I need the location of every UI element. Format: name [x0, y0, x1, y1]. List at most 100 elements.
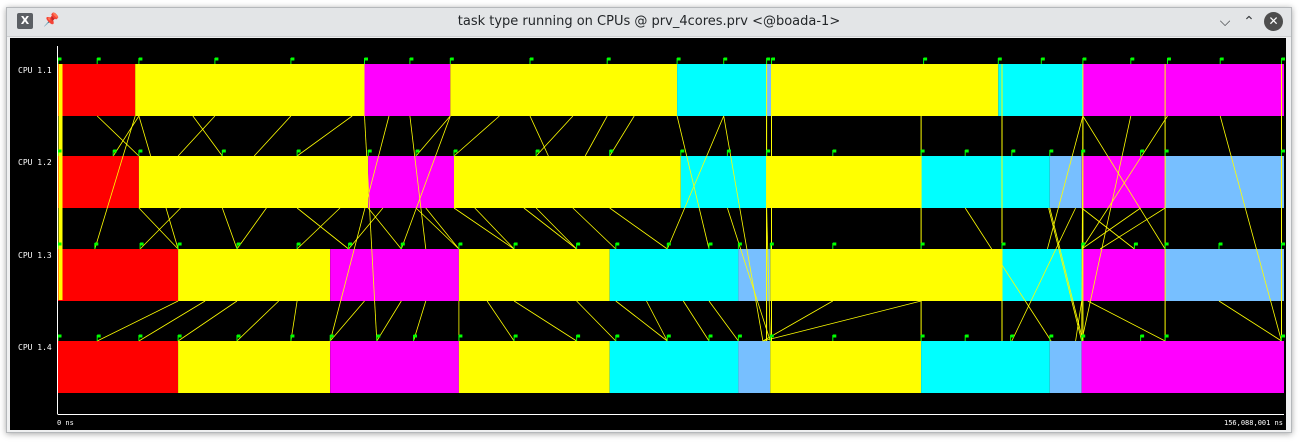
event-flag[interactable]	[680, 149, 685, 156]
state-burst-red[interactable]	[58, 156, 139, 208]
event-flag[interactable]	[832, 242, 837, 249]
communication-line[interactable]	[415, 115, 451, 157]
event-flag[interactable]	[1164, 242, 1169, 249]
event-flag[interactable]	[920, 149, 925, 156]
state-burst-red[interactable]	[58, 341, 179, 393]
communication-line[interactable]	[97, 300, 179, 342]
event-flag[interactable]	[513, 334, 518, 341]
state-burst-yellow[interactable]	[178, 341, 331, 393]
event-flag[interactable]	[57, 334, 62, 341]
state-burst-magenta[interactable]	[1081, 341, 1284, 393]
state-burst-yellow[interactable]	[770, 341, 922, 393]
timeline-plot[interactable]: CPU 1.1 CPU 1.2 CPU 1.3 CPU 1.4 0 ns 156…	[10, 38, 1286, 430]
event-flag[interactable]	[1281, 334, 1285, 341]
state-burst-yellow[interactable]	[766, 156, 922, 208]
event-flag[interactable]	[1164, 334, 1169, 341]
communication-line[interactable]	[474, 207, 515, 250]
communication-line[interactable]	[367, 207, 402, 250]
communication-line[interactable]	[609, 115, 635, 157]
event-flag[interactable]	[364, 57, 368, 64]
state-burst-cyan[interactable]	[677, 64, 767, 116]
event-flag[interactable]	[1130, 57, 1135, 64]
event-flag[interactable]	[615, 242, 620, 249]
event-flag[interactable]	[138, 149, 143, 156]
maximize-button[interactable]: ⌃	[1239, 12, 1259, 32]
event-flag[interactable]	[214, 57, 219, 64]
event-flag[interactable]	[997, 57, 1002, 64]
event-flag[interactable]	[832, 149, 837, 156]
event-flag[interactable]	[1140, 334, 1145, 341]
communication-line[interactable]	[513, 300, 577, 342]
event-flag[interactable]	[1164, 149, 1169, 156]
event-flag[interactable]	[576, 242, 581, 249]
communication-line[interactable]	[486, 300, 515, 342]
event-flag[interactable]	[964, 334, 969, 341]
event-flag[interactable]	[529, 57, 534, 64]
communication-line[interactable]	[1081, 207, 1141, 250]
communication-line[interactable]	[1081, 115, 1132, 342]
event-flag[interactable]	[1049, 334, 1054, 341]
state-burst-magenta[interactable]	[368, 156, 454, 208]
timeline-canvas[interactable]: CPU 1.1 CPU 1.2 CPU 1.3 CPU 1.4 0 ns 156…	[10, 38, 1286, 430]
title-bar[interactable]: X 📌 task type running on CPUs @ prv_4cor…	[7, 8, 1291, 37]
event-flag[interactable]	[458, 242, 463, 249]
state-burst-lightblue[interactable]	[1165, 249, 1284, 301]
communication-line[interactable]	[296, 115, 353, 157]
event-flag[interactable]	[1011, 149, 1016, 156]
communication-line[interactable]	[296, 207, 349, 250]
communication-line[interactable]	[415, 207, 460, 250]
event-flag[interactable]	[1133, 242, 1138, 249]
state-burst-lightblue[interactable]	[1165, 156, 1284, 208]
communication-line[interactable]	[535, 115, 574, 157]
state-burst-cyan[interactable]	[609, 341, 739, 393]
state-burst-red[interactable]	[58, 64, 136, 116]
event-flag[interactable]	[1281, 242, 1285, 249]
event-flag[interactable]	[1219, 57, 1224, 64]
event-flag[interactable]	[290, 334, 295, 341]
communication-line[interactable]	[376, 300, 402, 342]
event-flag[interactable]	[138, 57, 143, 64]
communication-line[interactable]	[535, 207, 577, 250]
communication-line[interactable]	[192, 115, 223, 157]
state-burst-magenta[interactable]	[330, 249, 459, 301]
communication-line[interactable]	[615, 300, 668, 342]
communication-line[interactable]	[139, 207, 181, 250]
event-flag[interactable]	[576, 334, 581, 341]
communication-line[interactable]	[584, 115, 608, 157]
communication-line[interactable]	[253, 115, 292, 157]
state-burst-yellow[interactable]	[771, 64, 999, 116]
communication-line[interactable]	[177, 300, 238, 342]
state-burst-lightblue[interactable]	[766, 64, 772, 116]
event-flag[interactable]	[832, 334, 837, 341]
event-flag[interactable]	[766, 57, 771, 64]
communication-line[interactable]	[236, 207, 267, 250]
communication-line[interactable]	[296, 207, 341, 250]
event-flag[interactable]	[964, 149, 969, 156]
event-flag[interactable]	[920, 242, 925, 249]
event-flag[interactable]	[57, 57, 62, 64]
communication-line[interactable]	[221, 207, 238, 250]
event-flag[interactable]	[723, 57, 728, 64]
event-flag[interactable]	[94, 242, 99, 249]
state-burst-yellow[interactable]	[138, 156, 369, 208]
communication-line[interactable]	[425, 207, 460, 250]
event-flag[interactable]	[449, 57, 454, 64]
state-burst-magenta[interactable]	[1081, 249, 1166, 301]
event-flag[interactable]	[920, 334, 925, 341]
event-flag[interactable]	[1082, 57, 1087, 64]
minimize-button[interactable]: ⌵	[1215, 12, 1235, 32]
event-flag[interactable]	[96, 57, 101, 64]
event-flag[interactable]	[367, 149, 372, 156]
state-burst-lightblue[interactable]	[1049, 156, 1082, 208]
event-flag[interactable]	[1281, 57, 1285, 64]
event-flag[interactable]	[771, 57, 775, 64]
state-burst-magenta[interactable]	[364, 64, 451, 116]
state-burst-lightblue[interactable]	[738, 341, 771, 393]
event-flag[interactable]	[708, 242, 713, 249]
communication-line[interactable]	[112, 115, 140, 157]
communication-line[interactable]	[453, 207, 515, 250]
state-burst-yellow[interactable]	[178, 249, 331, 301]
communication-line[interactable]	[1087, 300, 1166, 342]
state-burst-magenta[interactable]	[1082, 64, 1284, 116]
event-flag[interactable]	[1218, 242, 1223, 249]
